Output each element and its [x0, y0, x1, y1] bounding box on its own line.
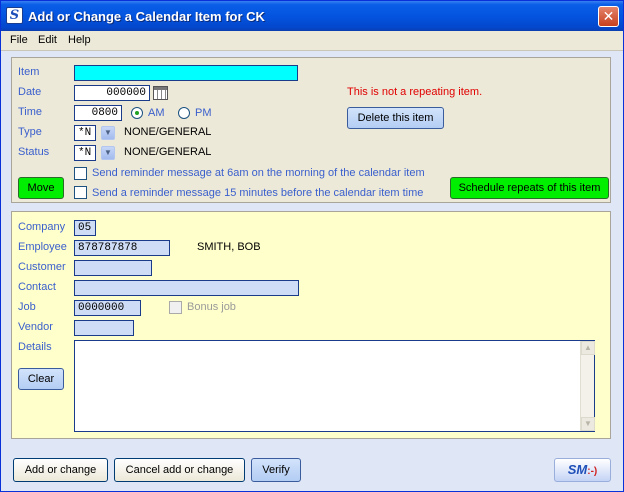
job-label: Job — [18, 301, 36, 313]
title-bar[interactable]: S Add or Change a Calendar Item for CK ✕ — [1, 1, 623, 31]
status-label: Status — [18, 146, 50, 158]
window-title: Add or Change a Calendar Item for CK — [28, 9, 265, 24]
clear-button[interactable]: Clear — [18, 368, 64, 390]
menu-edit[interactable]: Edit — [38, 34, 57, 46]
customer-input[interactable] — [74, 260, 152, 276]
scroll-up-icon[interactable]: ▲ — [581, 341, 595, 355]
repeat-notice: This is not a repeating item. — [347, 86, 483, 98]
customer-label: Customer — [18, 261, 66, 273]
time-input[interactable]: 0800 — [74, 105, 122, 121]
contact-input[interactable] — [74, 280, 299, 296]
app-icon: S — [6, 7, 23, 24]
menu-help[interactable]: Help — [68, 34, 91, 46]
schedule-repeats-button[interactable]: Schedule repeats of this item — [450, 177, 609, 199]
smiley-icon: :-) — [587, 466, 598, 477]
reminder-15min-label: Send a reminder message 15 minutes befor… — [92, 187, 424, 199]
status-code-input[interactable]: *N — [74, 145, 96, 161]
vendor-label: Vendor — [18, 321, 53, 333]
logo-text: SM — [567, 462, 588, 477]
sm-logo-button[interactable]: SM:-) — [554, 458, 611, 482]
reminder-6am-checkbox[interactable] — [74, 167, 87, 180]
am-label: AM — [148, 107, 165, 119]
delete-item-button[interactable]: Delete this item — [347, 107, 444, 129]
chevron-down-icon: ▼ — [104, 148, 112, 157]
item-label: Item — [18, 66, 40, 78]
item-input[interactable] — [74, 65, 298, 81]
employee-input[interactable]: 878787878 — [74, 240, 170, 256]
item-panel: Item Date 000000 Time 0800 AM PM Type *N… — [11, 57, 611, 203]
verify-button[interactable]: Verify — [251, 458, 301, 482]
reminder-6am-label: Send reminder message at 6am on the morn… — [92, 167, 425, 179]
details-label: Details — [18, 341, 52, 353]
cancel-button[interactable]: Cancel add or change — [114, 458, 245, 482]
job-input[interactable]: 0000000 — [74, 300, 141, 316]
contact-label: Contact — [18, 281, 56, 293]
calendar-icon[interactable] — [153, 86, 168, 100]
bonus-job-checkbox[interactable] — [169, 301, 182, 314]
type-description: NONE/GENERAL — [124, 126, 212, 138]
company-label: Company — [18, 221, 66, 233]
status-description: NONE/GENERAL — [124, 146, 212, 158]
close-icon: ✕ — [602, 8, 615, 24]
details-panel: Company 05 Employee 878787878 SMITH, BOB… — [11, 211, 611, 439]
chevron-down-icon: ▼ — [104, 128, 112, 137]
status-dropdown-button[interactable]: ▼ — [101, 146, 115, 160]
reminder-15min-checkbox[interactable] — [74, 186, 87, 199]
am-radio[interactable] — [131, 107, 143, 119]
calendar-item-window: S Add or Change a Calendar Item for CK ✕… — [0, 0, 624, 492]
bonus-job-label: Bonus job — [187, 301, 236, 313]
scroll-down-icon[interactable]: ▼ — [581, 417, 595, 431]
menu-bar: File Edit Help — [1, 31, 623, 51]
pm-label: PM — [195, 107, 212, 119]
employee-name: SMITH, BOB — [197, 241, 261, 253]
move-button[interactable]: Move — [18, 177, 64, 199]
date-label: Date — [18, 86, 42, 98]
company-input[interactable]: 05 — [74, 220, 96, 236]
time-label: Time — [18, 106, 43, 118]
close-button[interactable]: ✕ — [598, 6, 619, 27]
vendor-input[interactable] — [74, 320, 134, 336]
details-textarea[interactable] — [74, 340, 595, 432]
pm-radio[interactable] — [178, 107, 190, 119]
type-label: Type — [18, 126, 42, 138]
date-input[interactable]: 000000 — [74, 85, 150, 101]
details-scrollbar[interactable]: ▲ ▼ — [580, 341, 595, 431]
menu-file[interactable]: File — [10, 34, 28, 46]
type-code-input[interactable]: *N — [74, 125, 96, 141]
type-dropdown-button[interactable]: ▼ — [101, 126, 115, 140]
employee-label: Employee — [18, 241, 67, 253]
add-or-change-button[interactable]: Add or change — [13, 458, 108, 482]
